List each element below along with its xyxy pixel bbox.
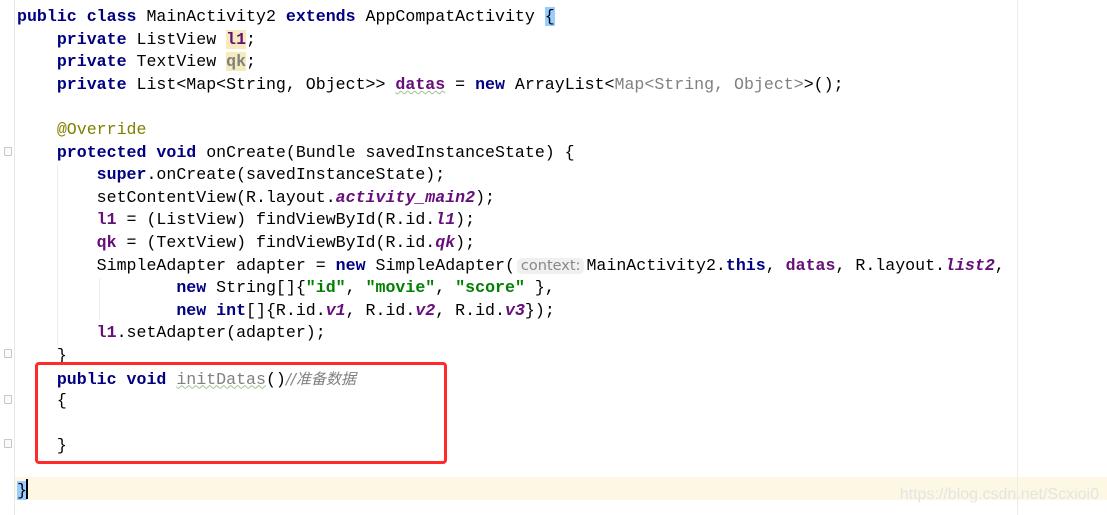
code-line[interactable]: @Override [17,119,1005,142]
code-token: SimpleAdapter( [375,255,515,275]
code-token: , [765,255,786,275]
code-token: >(); [803,74,844,94]
code-token: new [335,255,376,275]
code-token: l1 [96,323,117,343]
code-token: new [17,278,217,298]
code-token: , R.id. [435,300,505,320]
code-token: ArrayList< [514,74,615,94]
fold-icon[interactable] [4,439,12,448]
code-token: List<Map<String, Object>> [136,74,396,94]
code-token: ; [246,52,257,72]
code-token: @Override [17,119,147,139]
editor-gutter [0,0,15,515]
parameter-hint: context: [516,257,585,274]
code-line[interactable]: } [17,480,1005,503]
code-token: datas [395,74,446,94]
code-line[interactable]: new String[]{"id", "movie", "score" }, [17,277,1005,300]
code-token: , [435,278,456,298]
code-token: new [475,74,515,94]
code-line[interactable]: SimpleAdapter adapter = new SimpleAdapte… [17,255,1005,278]
code-token: onCreate(Bundle savedInstanceState) { [206,142,575,162]
code-token: "movie" [365,278,436,298]
code-token: "score" [455,278,525,298]
code-token: { [544,7,555,26]
code-token: l1 [435,210,456,230]
code-token: "id" [305,278,346,298]
code-token: ); [455,232,476,252]
code-token: super [17,165,147,185]
code-token: setContentView(R.layout. [17,187,336,207]
code-token: Map<String, Object> [614,74,804,94]
code-line[interactable]: setContentView(R.layout.activity_main2); [17,187,1005,210]
code-line[interactable]: new int[]{R.id.v1, R.id.v2, R.id.v3}); [17,300,1005,323]
watermark: https://blog.csdn.net/Scxioi0 [899,486,1099,503]
code-token: private [17,52,137,72]
code-token: ); [475,187,495,207]
fold-icon[interactable] [4,147,12,156]
code-line[interactable]: public class MainActivity2 extends AppCo… [17,6,1005,29]
code-token: public class [17,7,147,26]
code-line[interactable]: l1 = (ListView) findViewById(R.id.l1); [17,209,1005,232]
code-line[interactable]: private TextView qk; [17,51,1005,74]
code-token: , R.id. [345,300,416,320]
code-token: .setAdapter(adapter); [116,323,326,343]
fold-icon[interactable] [4,395,12,404]
code-token: }); [524,300,555,320]
code-token: AppCompatActivity [365,7,545,26]
code-token: datas [785,255,836,275]
code-token: this [725,255,766,275]
code-token: MainActivity2 [146,7,286,26]
code-token: list2 [945,255,995,275]
code-token: = (ListView) findViewById(R.id. [116,210,436,230]
code-token: []{R.id. [246,300,326,320]
code-line[interactable]: private ListView l1; [17,29,1005,52]
fold-icon[interactable] [4,349,12,358]
code-token: activity_main2 [335,187,476,207]
code-token: = [445,74,476,94]
code-line[interactable]: protected void onCreate(Bundle savedInst… [17,142,1005,165]
code-token: MainActivity2. [586,255,726,275]
code-token: l1 [226,29,247,49]
code-token: new int [17,300,247,320]
code-token: ; [246,29,257,49]
code-token: ListView [136,29,227,49]
code-token: private [17,74,137,94]
code-token: .onCreate(savedInstanceState); [146,165,446,185]
code-line[interactable]: qk = (TextView) findViewById(R.id.qk); [17,232,1005,255]
code-token: protected void [17,142,207,162]
code-token: = (TextView) findViewById(R.id. [116,232,436,252]
code-token: ); [455,210,476,230]
code-token: SimpleAdapter adapter = [17,255,336,275]
text-cursor [26,479,28,499]
code-token: String[]{ [216,278,306,298]
code-token: l1 [96,210,117,230]
code-line[interactable]: super.onCreate(savedInstanceState); [17,164,1005,187]
red-highlight-box [35,362,447,464]
code-token: private [17,29,137,49]
code-token: TextView [136,52,227,72]
code-token: qk [96,232,117,252]
code-line[interactable]: l1.setAdapter(adapter); [17,322,1005,345]
code-token: , [345,278,366,298]
code-token: extends [285,7,366,26]
code-token: , [994,255,1005,275]
code-token: qk [435,232,456,252]
code-token: , R.layout. [835,255,945,275]
code-token: v1 [325,300,346,320]
code-token: v3 [504,300,525,320]
code-token: }, [524,278,555,298]
right-margin-guide [1017,0,1018,515]
code-token: v2 [415,300,436,320]
code-token: qk [226,52,247,72]
code-line[interactable] [17,96,1005,119]
code-line[interactable]: private List<Map<String, Object>> datas … [17,74,1005,97]
